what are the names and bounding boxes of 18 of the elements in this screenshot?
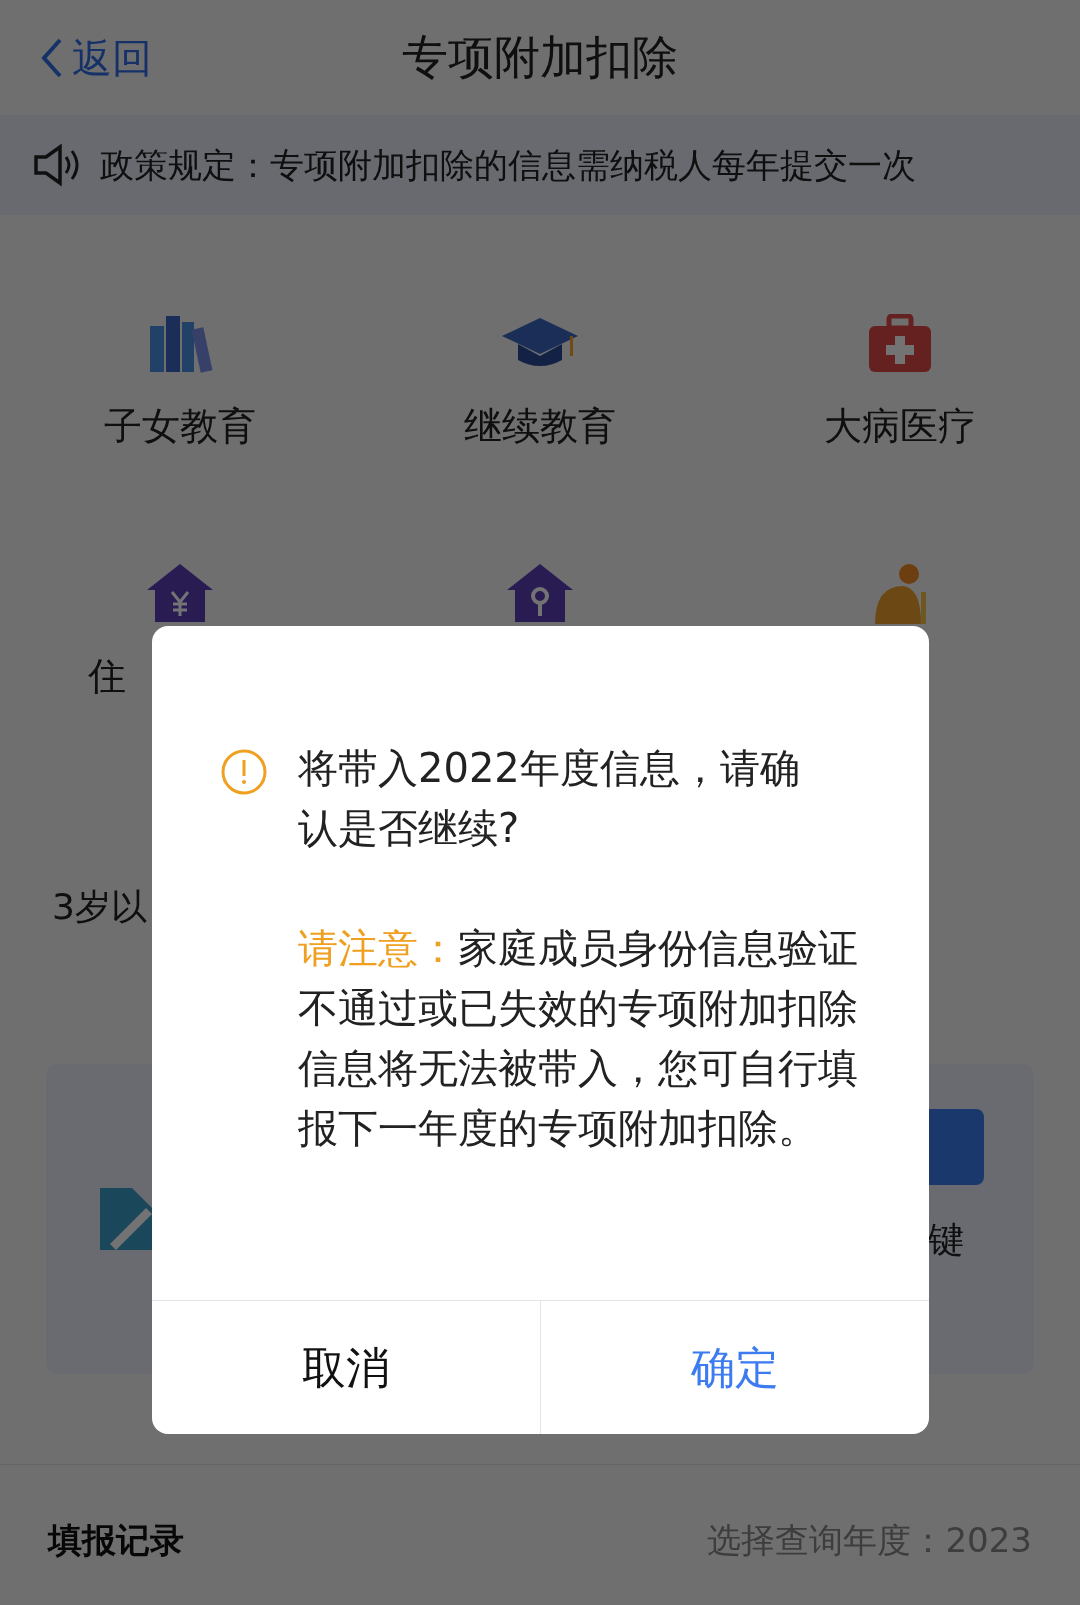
dialog-note: 请注意：家庭成员身份信息验证不通过或已失效的专项附加扣除信息将无法被带入，您可自行填报下一年度的专项附加扣除。 (298, 924, 859, 1153)
house-key-icon (505, 562, 575, 624)
dialog-message: 将带入2022年度信息，请确认是否继续? (298, 744, 801, 853)
card-label: 键 (928, 1218, 964, 1262)
confirm-button[interactable]: 确定 (541, 1301, 929, 1434)
age-note: 3岁以 (52, 886, 147, 927)
warning-icon (220, 748, 268, 796)
notice-text: 政策规定：专项附加扣除的信息需纳税人每年提交一次 (100, 143, 916, 187)
category-label[interactable]: 继续教育 (464, 398, 616, 450)
category-label[interactable]: 住 (88, 648, 126, 700)
cancel-button[interactable]: 取消 (152, 1301, 541, 1434)
back-button[interactable]: 返回 (40, 27, 152, 88)
records-title: 填报记录 (48, 1519, 184, 1562)
house-icon (145, 562, 215, 624)
category-label[interactable]: 大病医疗 (824, 398, 976, 450)
page-title: 专项附加扣除 (402, 29, 678, 86)
medical-kit-icon (867, 314, 933, 374)
category-label[interactable]: 子女教育 (104, 398, 256, 450)
